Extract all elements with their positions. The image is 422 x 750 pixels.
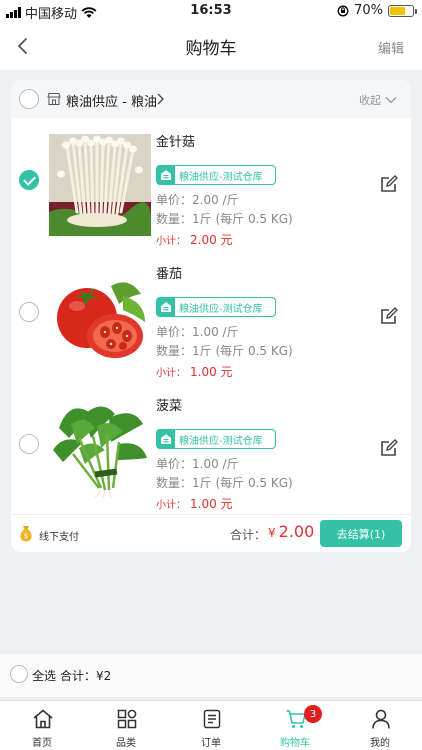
tab-label: 首页 <box>32 738 52 749</box>
user-icon <box>372 709 390 729</box>
select-all-bar: 全选 合计：¥2 <box>0 653 422 697</box>
cart-item: 菠菜 粮油供应-测试仓库 单价：1.00 /斤 数量：1斤 (每斤 0.5 KG… <box>11 382 411 514</box>
subtotal: 小计： 1.00 元 <box>156 363 233 380</box>
select-all-label[interactable]: 全选 <box>32 667 56 684</box>
subtotal-value: 1.00 元 <box>190 497 233 511</box>
quantity-text: 数量：1斤 (每斤 0.5 KG) <box>156 212 293 226</box>
product-name[interactable]: 番茄 <box>156 263 182 282</box>
tab-bar: 首页 品类 订单 3 购物车 我的 <box>0 700 422 750</box>
collapse-label: 收起 <box>359 94 381 107</box>
home-icon <box>33 709 53 729</box>
warehouse-icon <box>157 298 175 316</box>
unit-price: 单价：1.00 /斤 <box>156 457 239 471</box>
shop-cart-card: 粮油供应 - 粮油 收起 金针菇 粮油供应-测试仓库 单价：2.00 /斤 数量… <box>11 80 411 552</box>
subtotal: 小计： 1.00 元 <box>156 495 233 512</box>
edit-item-icon[interactable] <box>379 174 399 194</box>
subtotal-label: 小计： <box>156 368 186 379</box>
battery-percent: 70% <box>354 3 383 18</box>
tab-home[interactable]: 首页 <box>0 701 84 750</box>
page-title: 购物车 <box>185 39 237 59</box>
warehouse-icon <box>157 430 175 448</box>
item-select-radio[interactable] <box>19 434 39 454</box>
subtotal-label: 小计： <box>156 500 186 511</box>
overall-total: 合计：¥2 <box>60 669 112 683</box>
tab-label: 购物车 <box>280 738 310 749</box>
warehouse-label: 粮油供应-测试仓库 <box>179 435 263 447</box>
warehouse-icon <box>157 166 175 184</box>
store-icon <box>47 93 61 105</box>
total-amount: 2.00 <box>278 522 315 541</box>
total-label: 合计： <box>230 528 267 542</box>
cart-item: 番茄 粮油供应-测试仓库 单价：1.00 /斤 数量：1斤 (每斤 0.5 KG… <box>11 250 411 382</box>
warehouse-label: 粮油供应-测试仓库 <box>179 303 263 315</box>
edit-item-icon[interactable] <box>379 438 399 458</box>
product-name[interactable]: 金针菇 <box>156 131 195 150</box>
edit-button[interactable]: 编辑 <box>378 38 404 57</box>
warehouse-label: 粮油供应-测试仓库 <box>179 171 263 183</box>
cart-item: 金针菇 粮油供应-测试仓库 单价：2.00 /斤 数量：1斤 (每斤 0.5 K… <box>11 118 411 250</box>
unit-price: 单价：2.00 /斤 <box>156 193 239 207</box>
subtotal-value: 2.00 元 <box>190 233 233 247</box>
tab-label: 我的 <box>370 738 390 749</box>
warehouse-tag: 粮油供应-测试仓库 <box>156 297 276 317</box>
warehouse-tag: 粮油供应-测试仓库 <box>156 165 276 185</box>
tab-label: 订单 <box>201 738 221 749</box>
battery-icon <box>388 4 417 17</box>
money-bag-icon: $ <box>20 526 32 542</box>
select-all-radio[interactable] <box>10 665 28 683</box>
payment-method-label: 线下支付 <box>39 532 79 543</box>
collapse-button[interactable]: 收起 <box>359 92 397 108</box>
category-icon <box>117 709 137 729</box>
currency-symbol: ¥ <box>268 526 276 540</box>
battery-fill <box>390 6 406 15</box>
svg-text:$: $ <box>24 532 28 540</box>
subtotal: 小计： 2.00 元 <box>156 231 233 248</box>
edit-item-icon[interactable] <box>379 306 399 326</box>
product-image-tomato <box>49 266 151 368</box>
tab-label: 品类 <box>116 738 136 749</box>
shop-name-link[interactable]: 粮油供应 - 粮油 <box>66 91 157 110</box>
cart-count-badge: 3 <box>304 705 322 723</box>
status-bar: 中国移动 16:53 70% <box>0 0 422 22</box>
shop-header: 粮油供应 - 粮油 收起 <box>11 80 411 118</box>
quantity-text: 数量：1斤 (每斤 0.5 KG) <box>156 476 293 490</box>
tab-category[interactable]: 品类 <box>84 701 168 750</box>
subtotal-label: 小计： <box>156 236 186 247</box>
item-select-radio[interactable] <box>19 170 39 190</box>
order-icon <box>203 709 221 729</box>
product-image-spinach <box>49 398 151 500</box>
nav-bar: 购物车 编辑 <box>0 22 422 70</box>
rotation-lock-icon <box>337 5 349 16</box>
tab-orders[interactable]: 订单 <box>169 701 253 750</box>
chevron-down-icon <box>385 97 397 104</box>
unit-price: 单价：1.00 /斤 <box>156 325 239 339</box>
total-value: ¥2.00 <box>268 522 314 541</box>
shop-select-radio[interactable] <box>19 89 39 109</box>
chevron-right-icon[interactable] <box>155 92 165 106</box>
product-name[interactable]: 菠菜 <box>156 395 182 414</box>
tab-profile[interactable]: 我的 <box>338 701 422 750</box>
card-footer: $ 线下支付 合计： ¥2.00 去结算(1) <box>11 514 411 552</box>
warehouse-tag: 粮油供应-测试仓库 <box>156 429 276 449</box>
subtotal-value: 1.00 元 <box>190 365 233 379</box>
quantity-text: 数量：1斤 (每斤 0.5 KG) <box>156 344 293 358</box>
product-image-enoki <box>49 134 151 236</box>
checkout-button[interactable]: 去结算(1) <box>320 520 402 547</box>
tab-cart[interactable]: 3 购物车 <box>253 701 337 750</box>
item-select-radio[interactable] <box>19 302 39 322</box>
